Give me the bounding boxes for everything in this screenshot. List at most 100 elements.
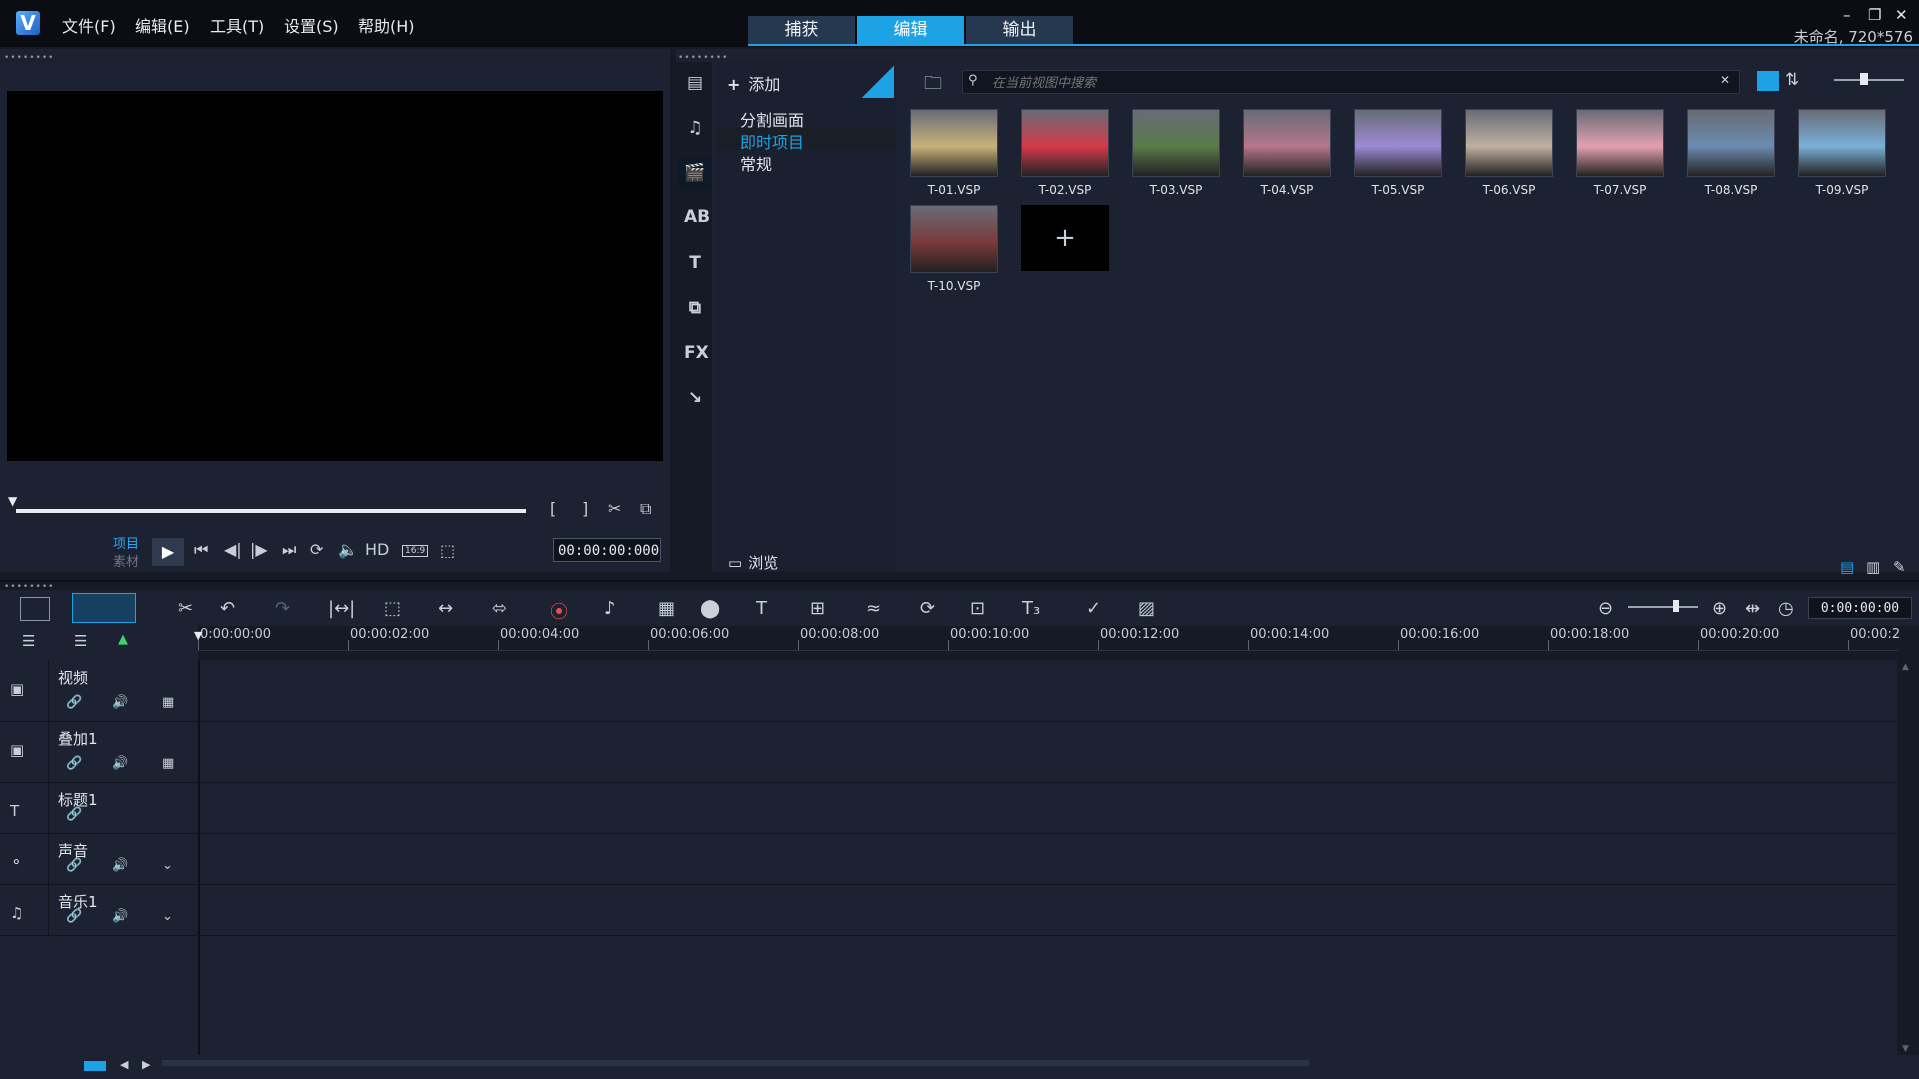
media-icon[interactable]: ▤ (684, 72, 706, 94)
track-manager-icon[interactable]: ☰ (22, 632, 35, 650)
scroll-right-icon[interactable]: ▶ (142, 1058, 150, 1071)
tree-item-general[interactable]: 常规 (740, 151, 772, 175)
transition-icon[interactable]: AB (684, 206, 710, 228)
hd-preview-button[interactable]: HD (365, 540, 389, 559)
add-template-button[interactable]: + (1021, 205, 1109, 271)
list-view-icon[interactable] (1757, 71, 1779, 91)
track-label-icon[interactable] (84, 1061, 106, 1071)
go-start-icon[interactable]: ⏮ (194, 540, 208, 560)
fx-icon[interactable]: FX (684, 342, 709, 364)
menu-settings[interactable]: 设置(S) (284, 13, 339, 37)
motion-tracking-icon[interactable]: ⬤ (700, 598, 720, 619)
mode-clip[interactable]: 素材 (113, 551, 139, 570)
tab-capture[interactable]: 捕获 (748, 16, 855, 44)
timeline-view-icon[interactable] (72, 593, 136, 623)
ripple-link-icon[interactable]: 🔗 (66, 756, 82, 771)
enlarge-preview-icon[interactable]: ⧉ (640, 499, 651, 519)
thumbnail-size-knob[interactable] (1860, 73, 1868, 85)
browse-button[interactable]: ▭ 浏览 (728, 552, 778, 573)
menu-help[interactable]: 帮助(H) (358, 13, 415, 37)
show-all-tracks-icon[interactable]: ▲ (118, 632, 128, 647)
zoom-in-icon[interactable]: ⊕ (1712, 598, 1727, 619)
scrubber-handle[interactable]: ▼ (8, 494, 22, 508)
play-icon[interactable]: ▶ (152, 538, 184, 566)
template-item[interactable]: T-09.VSP (1788, 105, 1896, 197)
fit-project-icon[interactable]: |↔| (328, 598, 355, 619)
title-3d-icon[interactable]: T₃ (1022, 598, 1040, 619)
ripple-link-icon[interactable]: 🔗 (66, 695, 82, 710)
playhead-icon[interactable]: ▼ (194, 629, 202, 642)
audio-mixer-icon[interactable]: ♪ (604, 598, 616, 619)
expand-track-icon[interactable]: ⌄ (162, 909, 173, 924)
instant-project-icon[interactable]: 🎬 (684, 162, 706, 184)
color-grading-icon[interactable]: ▨ (1138, 598, 1155, 619)
transparency-icon[interactable]: ▦ (162, 756, 174, 771)
graphics-icon[interactable]: ⧉ (684, 297, 706, 319)
pan-zoom-icon[interactable]: ✓ (1086, 598, 1101, 619)
multi-camera-icon[interactable]: ⊞ (810, 598, 825, 619)
panel-grip-icon[interactable]: •••••••• (4, 53, 54, 63)
template-item[interactable]: T-07.VSP (1566, 105, 1674, 197)
split-clip-icon[interactable]: ✂ (608, 499, 621, 518)
tree-item-instant-project[interactable]: 即时项目 (740, 129, 804, 153)
tree-item-split-screen[interactable]: 分割画面 (740, 107, 804, 131)
display-mode-icon[interactable]: ⬚ (440, 541, 455, 560)
scroll-down-icon[interactable]: ▼ (1902, 1044, 1909, 1054)
timeline-ruler[interactable] (198, 626, 1898, 651)
zoom-out-icon[interactable]: ⊖ (1598, 598, 1613, 619)
toolbox-icon[interactable]: ✂ (178, 598, 193, 619)
search-icon[interactable]: ⚲ (968, 73, 978, 88)
expand-track-icon[interactable]: ⌄ (162, 858, 173, 873)
track-mute-icon[interactable]: 🔊 (112, 695, 128, 710)
undo-icon[interactable]: ↶ (220, 598, 235, 619)
record-capture-icon[interactable]: ⦿ (550, 598, 568, 624)
sort-icon[interactable]: ⇅ (1785, 70, 1799, 90)
volume-icon[interactable]: 🔈 (338, 540, 358, 559)
next-frame-icon[interactable]: |▶ (250, 540, 268, 559)
mode-project[interactable]: 项目 (113, 533, 139, 552)
library-view-icon[interactable]: ▤ (1840, 558, 1854, 576)
ripple-link-icon[interactable]: 🔗 (66, 909, 82, 924)
prev-frame-icon[interactable]: ◀| (224, 540, 242, 559)
template-item[interactable]: T-03.VSP (1122, 105, 1230, 197)
library-grid-icon[interactable]: ▥ (1866, 558, 1880, 576)
stretch-icon[interactable]: ⬄ (492, 598, 507, 619)
repeat-icon[interactable]: ⟳ (310, 540, 323, 559)
import-folder-icon[interactable]: 🗀 (924, 71, 942, 101)
menu-tools[interactable]: 工具(T) (210, 13, 264, 37)
chapter-marker-icon[interactable]: ☰ (74, 632, 87, 650)
transparency-icon[interactable]: ▦ (162, 695, 174, 710)
path-icon[interactable]: ↘ (684, 387, 706, 409)
template-item[interactable]: T-10.VSP (900, 201, 1008, 293)
title-icon[interactable]: T (684, 252, 706, 274)
subtitle-editor-icon[interactable]: T (756, 598, 767, 619)
template-item[interactable]: T-04.VSP (1233, 105, 1341, 197)
ripple-link-icon[interactable]: 🔗 (66, 807, 82, 822)
menu-file[interactable]: 文件(F) (62, 13, 116, 37)
pin-icon[interactable] (862, 66, 894, 98)
template-item[interactable]: T-02.VSP (1011, 105, 1119, 197)
track-mute-icon[interactable]: 🔊 (112, 756, 128, 771)
menu-edit[interactable]: 编辑(E) (135, 13, 190, 37)
mask-creator-icon[interactable]: ⊡ (970, 598, 985, 619)
minimize-icon[interactable]: – (1843, 6, 1851, 24)
template-item[interactable]: T-01.VSP (900, 105, 1008, 197)
crop-icon[interactable]: ⬚ (384, 598, 401, 619)
timeline-timecode[interactable]: 0:00:00:00 (1808, 597, 1912, 619)
mark-out-icon[interactable]: ] (582, 499, 588, 518)
rotate-icon[interactable]: ⟳ (920, 598, 935, 619)
template-item[interactable]: T-08.VSP (1677, 105, 1785, 197)
mark-in-icon[interactable]: [ (550, 499, 556, 518)
scroll-left-icon[interactable]: ◀ (120, 1058, 128, 1071)
auto-music-icon[interactable]: ▦ (658, 598, 675, 619)
ripple-link-icon[interactable]: 🔗 (66, 858, 82, 873)
fit-timeline-icon[interactable]: ⇹ (1745, 598, 1760, 619)
library-edit-icon[interactable]: ✎ (1893, 558, 1906, 576)
add-folder-button[interactable]: + 添加 (727, 71, 780, 95)
close-icon[interactable]: ✕ (1895, 6, 1908, 24)
player-timecode[interactable]: 00:00:00:000 (553, 538, 661, 562)
search-input[interactable] (990, 72, 1694, 94)
horizontal-scrollbar[interactable] (162, 1060, 1309, 1066)
tab-share[interactable]: 输出 (966, 16, 1073, 44)
preview-screen[interactable] (7, 91, 663, 461)
